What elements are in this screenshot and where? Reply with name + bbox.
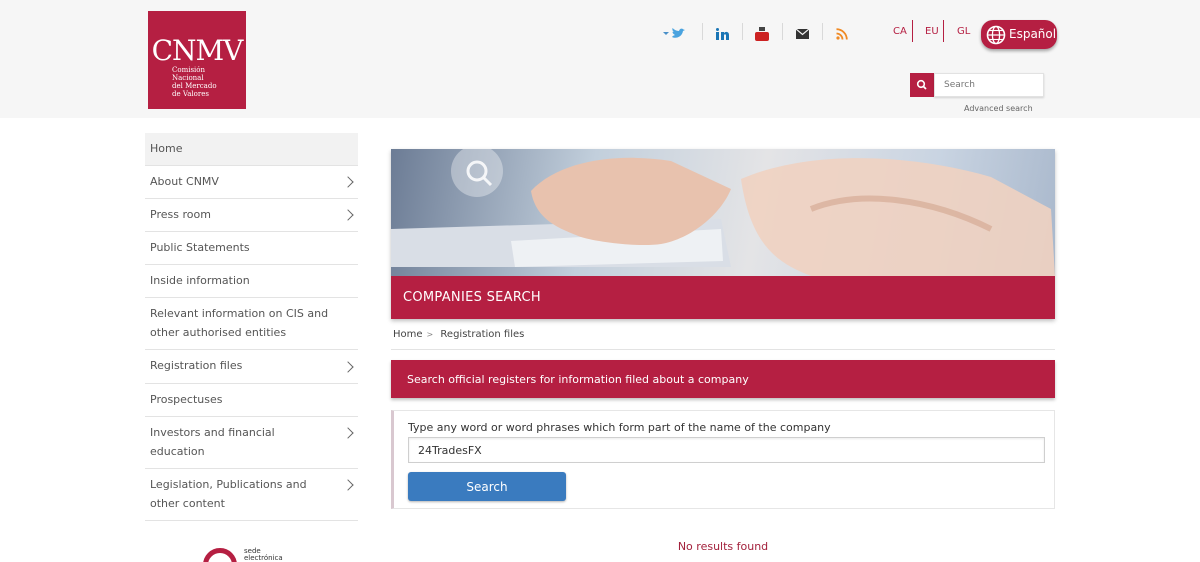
language-eu-link[interactable]: EU — [925, 26, 939, 37]
youtube-icon[interactable] — [754, 25, 770, 43]
search-input[interactable] — [934, 73, 1044, 97]
search-button[interactable] — [910, 73, 934, 97]
sidebar-item-label: Registration files — [150, 359, 243, 372]
rss-icon[interactable] — [834, 25, 850, 43]
sidebar-item-home[interactable]: Home — [145, 133, 358, 166]
sidebar-item-label: Press room — [150, 208, 211, 221]
company-name-label: Type any word or word phrases which form… — [408, 421, 831, 434]
divider — [943, 20, 944, 42]
sidebar-item-inside-information[interactable]: Inside information — [145, 265, 358, 298]
sidebar-item-legislation-publications[interactable]: Legislation, Publications and other cont… — [145, 469, 358, 521]
sede-text: sede electrónica — [244, 547, 283, 562]
banner-photo-keyboard — [391, 149, 1055, 276]
banner-title-bar: COMPANIES SEARCH — [391, 276, 1055, 319]
no-results-message: No results found — [677, 540, 769, 553]
sidebar-item-relevant-information[interactable]: Relevant information on CIS and other au… — [145, 298, 358, 350]
divider — [702, 23, 703, 40]
breadcrumb-current[interactable]: Registration files — [440, 329, 524, 340]
info-banner-text: Search official registers for informatio… — [407, 373, 749, 386]
divider — [912, 20, 913, 42]
chevron-right-icon — [342, 479, 354, 491]
chevron-right-icon — [342, 209, 354, 221]
linkedin-icon[interactable] — [714, 25, 730, 43]
sidebar-item-label: Prospectuses — [150, 393, 223, 406]
info-banner: Search official registers for informatio… — [391, 360, 1055, 398]
sidebar-item-prospectuses[interactable]: Prospectuses — [145, 384, 358, 417]
divider — [822, 23, 823, 40]
sidebar-item-registration-files[interactable]: Registration files — [145, 350, 358, 384]
mail-icon[interactable] — [794, 25, 810, 43]
company-search-form: Type any word or word phrases which form… — [391, 410, 1055, 509]
sidebar-item-press-room[interactable]: Press room — [145, 199, 358, 232]
breadcrumb-separator: > — [426, 330, 434, 339]
logo-fullname: Comisión Nacional del Mercado de Valores — [172, 66, 217, 98]
logo-acronym: CNMV — [151, 34, 244, 67]
sidebar-nav: Home About CNMV Press room Public Statem… — [145, 133, 358, 521]
divider — [782, 23, 783, 40]
espanol-label: Español — [1009, 27, 1057, 41]
language-gl-link[interactable]: GL — [957, 26, 970, 37]
sidebar-item-investors-education[interactable]: Investors and financial education — [145, 417, 358, 469]
breadcrumb-home-link[interactable]: Home — [393, 329, 423, 340]
chevron-right-icon — [342, 176, 354, 188]
header: CNMV Comisión Nacional del Mercado de Va… — [0, 0, 1200, 118]
sidebar-item-label: Inside information — [150, 274, 250, 287]
divider — [742, 23, 743, 40]
sidebar-item-about-cnmv[interactable]: About CNMV — [145, 166, 358, 199]
breadcrumb: Home > Registration files — [393, 329, 524, 340]
sidebar-item-label: About CNMV — [150, 175, 219, 188]
advanced-search-link[interactable]: Advanced search — [964, 104, 1033, 113]
page-title: COMPANIES SEARCH — [403, 290, 541, 305]
company-name-input[interactable] — [408, 437, 1045, 463]
espanol-language-button[interactable]: Español — [981, 20, 1057, 49]
search-submit-button[interactable]: Search — [408, 472, 566, 501]
sidebar-item-label: Relevant information on CIS and other au… — [150, 307, 329, 339]
search-icon — [916, 79, 927, 90]
chevron-right-icon — [342, 360, 354, 373]
sidebar-item-label: Home — [150, 142, 183, 155]
language-ca-link[interactable]: CA — [893, 26, 907, 37]
cnmv-logo[interactable]: CNMV Comisión Nacional del Mercado de Va… — [148, 11, 246, 109]
sidebar-item-public-statements[interactable]: Public Statements — [145, 232, 358, 265]
chevron-right-icon — [342, 427, 354, 439]
globe-icon — [986, 25, 1006, 45]
sidebar-item-label: Investors and financial education — [150, 426, 275, 458]
sidebar-item-label: Public Statements — [150, 241, 250, 254]
divider — [391, 349, 1055, 350]
at-sign-icon — [203, 548, 237, 562]
page-banner: COMPANIES SEARCH — [391, 149, 1055, 319]
twitter-icon[interactable] — [660, 25, 688, 43]
sidebar-item-label: Legislation, Publications and other cont… — [150, 478, 307, 510]
